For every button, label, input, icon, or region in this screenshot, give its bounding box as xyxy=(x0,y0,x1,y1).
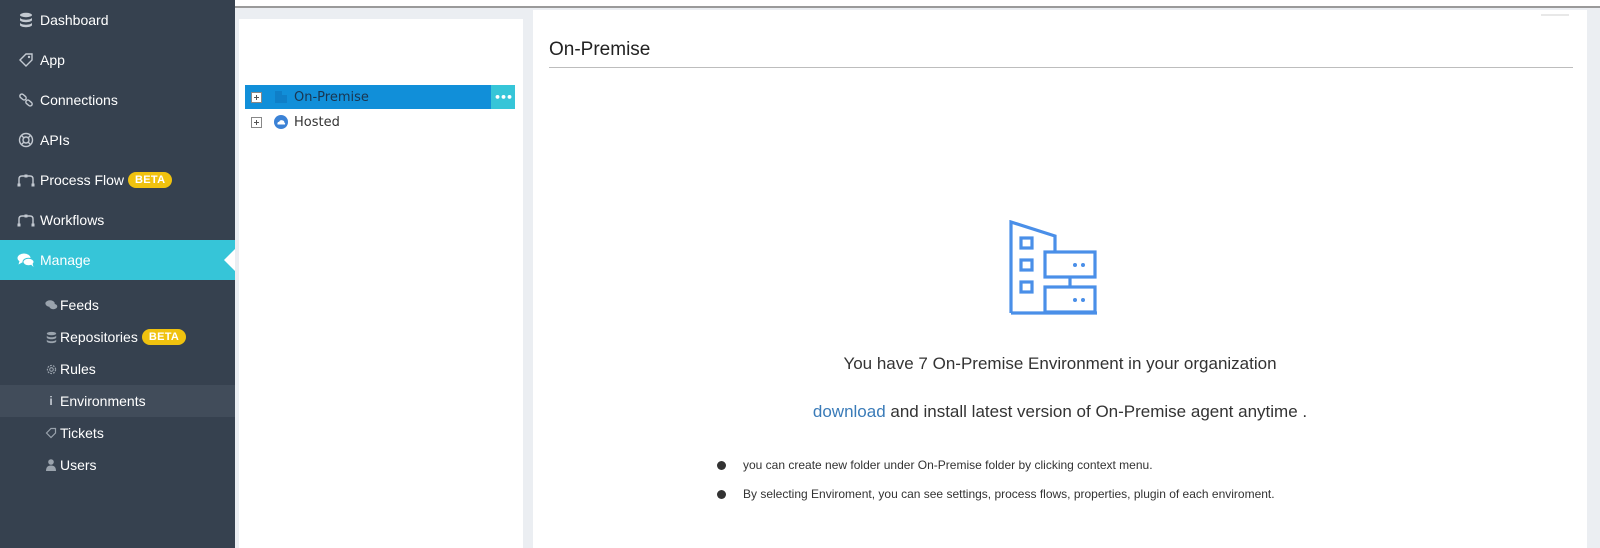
sidebar: Dashboard App Connections APIs Process F… xyxy=(0,0,235,548)
environment-tree: On-Premise ••• Hosted xyxy=(239,19,523,548)
context-menu-button[interactable]: ••• xyxy=(491,85,515,109)
life-ring-icon xyxy=(17,131,35,149)
sidebar-subitem-label: Feeds xyxy=(60,297,99,313)
beta-badge: BETA xyxy=(128,172,173,188)
sidebar-item-connections[interactable]: Connections xyxy=(0,80,235,120)
environment-count-text: You have 7 On-Premise Environment in you… xyxy=(843,354,1277,373)
title-divider xyxy=(549,67,1573,68)
sidebar-subitem-label: Users xyxy=(60,457,97,473)
list-item: you can create new folder under On-Premi… xyxy=(717,457,1275,486)
beta-badge: BETA xyxy=(141,329,187,345)
download-link[interactable]: download xyxy=(813,402,886,421)
sidebar-subitem-rules[interactable]: Rules xyxy=(0,353,235,385)
tips-list: you can create new folder under On-Premi… xyxy=(717,457,1275,515)
tree-node-hosted[interactable]: Hosted xyxy=(245,110,515,134)
tree-node-label: On-Premise xyxy=(294,89,369,105)
sidebar-item-label: Manage xyxy=(40,252,91,268)
building-icon xyxy=(274,90,288,104)
top-bar xyxy=(235,0,1600,8)
list-item: By selecting Enviroment, you can see set… xyxy=(717,486,1275,515)
flow-icon xyxy=(17,171,35,189)
sidebar-item-label: Workflows xyxy=(40,212,105,228)
page-title: On-Premise xyxy=(549,39,651,60)
flow-icon xyxy=(17,211,35,229)
sidebar-item-label: Connections xyxy=(40,92,118,108)
sidebar-subitem-tickets[interactable]: Tickets xyxy=(0,417,235,449)
sidebar-subitem-label: Rules xyxy=(60,361,96,377)
gear-icon xyxy=(44,362,58,376)
sidebar-item-manage[interactable]: Manage xyxy=(0,240,235,280)
cloud-icon xyxy=(274,115,288,129)
sidebar-subitem-users[interactable]: Users xyxy=(0,449,235,481)
download-line: download and install latest version of O… xyxy=(533,402,1587,422)
user-icon xyxy=(44,458,58,472)
tag-icon xyxy=(44,426,58,440)
tag-icon xyxy=(17,51,35,69)
sidebar-subitem-feeds[interactable]: Feeds xyxy=(0,289,235,321)
sidebar-subitem-repositories[interactable]: Repositories BETA xyxy=(0,321,235,353)
tree-node-on-premise[interactable]: On-Premise ••• xyxy=(245,85,515,109)
sidebar-item-label: Dashboard xyxy=(40,12,109,28)
main-panel: On-Premise You have 7 On-Premise Environ… xyxy=(533,10,1587,548)
scrollbar-stub xyxy=(1541,14,1569,16)
info-icon: i xyxy=(49,394,53,408)
link-icon xyxy=(17,91,35,109)
sidebar-item-label: App xyxy=(40,52,65,68)
sidebar-item-apis[interactable]: APIs xyxy=(0,120,235,160)
sidebar-subitem-label: Environments xyxy=(60,393,146,409)
sidebar-subitem-environments[interactable]: i Environments xyxy=(0,385,235,417)
on-premise-building-icon xyxy=(1009,219,1099,321)
expand-icon[interactable] xyxy=(251,116,262,128)
manage-submenu: Feeds Repositories BETA Rules i Environm… xyxy=(0,289,235,481)
sidebar-subitem-label: Repositories xyxy=(60,329,138,345)
sidebar-item-app[interactable]: App xyxy=(0,40,235,80)
database-icon xyxy=(17,11,35,29)
database-icon xyxy=(44,330,58,344)
sidebar-item-workflows[interactable]: Workflows xyxy=(0,200,235,240)
download-description: and install latest version of On-Premise… xyxy=(885,402,1308,421)
sidebar-item-label: APIs xyxy=(40,132,70,148)
comments-icon xyxy=(17,251,35,269)
sidebar-item-label: Process Flow xyxy=(40,172,125,188)
sidebar-subitem-label: Tickets xyxy=(60,425,104,441)
sidebar-item-process-flow[interactable]: Process Flow BETA xyxy=(0,160,235,200)
comments-icon xyxy=(44,298,58,312)
expand-icon[interactable] xyxy=(251,91,262,103)
tree-node-label: Hosted xyxy=(294,114,340,130)
sidebar-item-dashboard[interactable]: Dashboard xyxy=(0,0,235,40)
